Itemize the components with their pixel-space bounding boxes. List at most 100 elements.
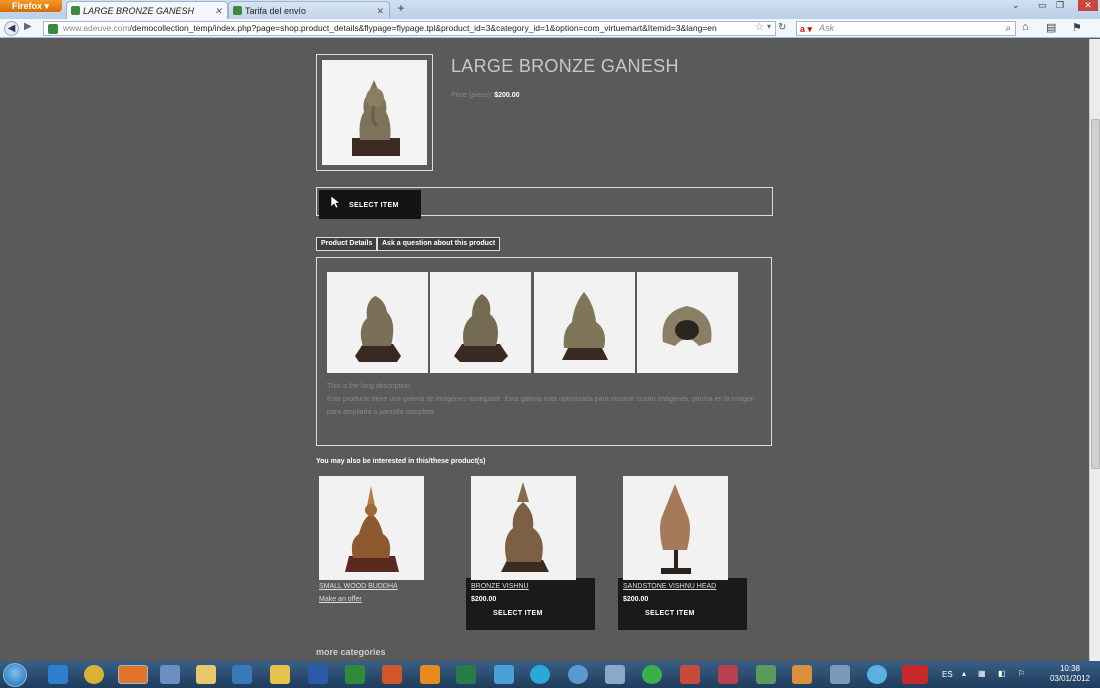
related-link-sandstone-vishnu-head[interactable]: SANDSTONE VISHNU HEAD (623, 583, 716, 590)
url-path: /democollection_temp/index.php?page=shop… (129, 23, 717, 33)
spotify-icon[interactable] (642, 665, 662, 684)
gallery-thumb-4[interactable] (637, 272, 738, 373)
app-icon[interactable] (680, 665, 700, 684)
excel-icon[interactable] (345, 665, 365, 684)
browser-navigation-bar: ◀ ▶ www.adeuve.com/democollection_temp/i… (0, 19, 1100, 38)
browser-tab-bar: Firefox ▾ LARGE BRONZE GANESH ✕ Tarifa d… (0, 0, 1100, 19)
page-scrollbar[interactable] (1089, 39, 1100, 661)
new-tab-button[interactable]: + (394, 2, 408, 16)
tab-product-details[interactable]: Product Details (316, 237, 378, 251)
related-thumb-small-wood-buddha[interactable] (319, 476, 424, 580)
internet-explorer-icon[interactable] (48, 665, 68, 684)
related-price: $200.00 (623, 596, 649, 603)
long-description-title: This is the long description (327, 383, 410, 390)
mouse-cursor-icon (331, 196, 340, 209)
firefox-taskbar-icon[interactable] (118, 665, 148, 684)
long-description-line: Este producto tiene una galería de imáge… (327, 396, 755, 403)
select-item-label: SELECT ITEM (645, 610, 695, 617)
ganesh-back-view-image (562, 292, 608, 360)
tray-expand-icon[interactable]: ▴ (962, 669, 966, 678)
address-bar[interactable]: www.adeuve.com/democollection_temp/index… (43, 21, 776, 36)
main-product-image[interactable] (316, 54, 433, 171)
price-value: $200.00 (494, 92, 520, 99)
tab-list-chevron-icon[interactable]: ⌄ (1012, 0, 1020, 11)
url-history-chevron-icon[interactable]: ▾ (767, 22, 771, 31)
select-item-label: SELECT ITEM (349, 202, 399, 209)
close-tab-icon[interactable]: ✕ (376, 2, 384, 20)
tray-volume-icon[interactable]: ◧ (998, 669, 1006, 678)
tab-label: Product Details (321, 240, 373, 247)
ganesh-side-view-image (454, 294, 508, 362)
home-icon[interactable]: ⌂ (1022, 21, 1029, 33)
app-icon[interactable] (160, 665, 180, 684)
related-select-item-button[interactable]: SELECT ITEM (623, 605, 723, 625)
gallery-thumb-2[interactable] (430, 272, 531, 373)
toolbar-menu-icon[interactable]: ▤ (1046, 21, 1056, 34)
media-player-icon[interactable] (232, 665, 252, 684)
powerpoint-icon[interactable] (382, 665, 402, 684)
price-label: Price (piece): (451, 92, 493, 99)
app-icon[interactable] (867, 665, 887, 684)
related-price: $200.00 (471, 596, 497, 603)
related-thumb-sandstone-vishnu-head[interactable] (623, 476, 728, 580)
make-an-offer-link[interactable]: Make an offer (319, 596, 362, 603)
folder-icon[interactable] (196, 665, 216, 684)
word-icon[interactable] (308, 665, 328, 684)
app-icon[interactable] (756, 665, 776, 684)
tray-flag-icon[interactable]: ⚐ (1018, 669, 1025, 678)
itunes-icon[interactable] (568, 665, 588, 684)
search-placeholder: Ask (819, 23, 835, 33)
close-tab-icon[interactable]: ✕ (214, 2, 222, 20)
related-link-small-wood-buddha[interactable]: SMALL WOOD BUDDHA (319, 583, 398, 590)
bookmark-star-icon[interactable]: ☆ (755, 22, 764, 33)
language-indicator[interactable]: ES (942, 670, 953, 679)
vishnu-statue-image (501, 482, 549, 572)
tab-tarifa-del-envio[interactable]: Tarifa del envío ✕ (228, 1, 390, 19)
related-select-item-button[interactable]: SELECT ITEM (471, 605, 571, 625)
app-icon[interactable] (494, 665, 514, 684)
back-button-icon[interactable]: ◀ (4, 21, 19, 36)
site-identity-icon[interactable] (48, 24, 58, 34)
app-icon[interactable] (830, 665, 850, 684)
app-icon[interactable] (530, 665, 550, 684)
ganesh-side-view-image (355, 296, 401, 362)
long-description-line: para ampliarla a pantalla completa (327, 409, 435, 416)
restore-icon[interactable]: ❐ (1056, 0, 1064, 11)
app-icon[interactable] (456, 665, 476, 684)
page-viewport: LARGE BRONZE GANESH Price (piece): $200.… (0, 39, 1089, 661)
minimize-icon[interactable]: ▭ (1038, 0, 1047, 11)
app-icon[interactable] (792, 665, 812, 684)
clock-date: 03/01/2012 (1049, 674, 1091, 683)
app-icon[interactable] (718, 665, 738, 684)
calculator-icon[interactable] (605, 665, 625, 684)
price-row: Price (piece): $200.00 (451, 92, 520, 99)
notepad-icon[interactable] (270, 665, 290, 684)
vlc-icon[interactable] (420, 665, 440, 684)
tab-large-bronze-ganesh[interactable]: LARGE BRONZE GANESH ✕ (66, 1, 228, 19)
taskbar-clock[interactable]: 10:38 03/01/2012 (1040, 664, 1100, 684)
search-magnifier-icon[interactable]: ⌕ (1005, 22, 1011, 35)
close-window-icon[interactable]: ✕ (1078, 0, 1098, 11)
windows-taskbar: ES ▴ ▦ ◧ ⚐ 10:38 03/01/2012 (0, 661, 1100, 688)
related-products-heading: You may also be interested in this/these… (316, 458, 486, 465)
tab-ask-question[interactable]: Ask a question about this product (377, 237, 501, 251)
chrome-icon[interactable] (84, 665, 104, 684)
ask-engine-icon[interactable]: a ▾ (800, 23, 812, 36)
filezilla-icon[interactable] (902, 665, 928, 684)
firefox-menu-button[interactable]: Firefox ▾ (0, 0, 62, 12)
search-input[interactable]: a ▾ Ask ⌕ (796, 21, 1016, 36)
gallery-thumb-1[interactable] (327, 272, 428, 373)
firefox-menu-label: Firefox (12, 1, 43, 11)
related-link-bronze-vishnu[interactable]: BRONZE VISHNU (471, 583, 529, 590)
tray-network-icon[interactable]: ▦ (978, 669, 986, 678)
addon-icon[interactable]: ⚑ (1072, 21, 1082, 34)
more-categories-heading: more categories (316, 647, 386, 657)
start-button-icon[interactable] (3, 663, 27, 687)
reload-icon[interactable]: ↻ (778, 22, 786, 33)
forward-button-icon[interactable]: ▶ (24, 21, 32, 32)
scrollbar-thumb[interactable] (1091, 119, 1100, 469)
gallery-thumb-3[interactable] (534, 272, 635, 373)
related-thumb-bronze-vishnu[interactable] (471, 476, 576, 580)
add-to-cart-box: SELECT ITEM (316, 187, 773, 219)
tab-label: Tarifa del envío (245, 6, 307, 16)
